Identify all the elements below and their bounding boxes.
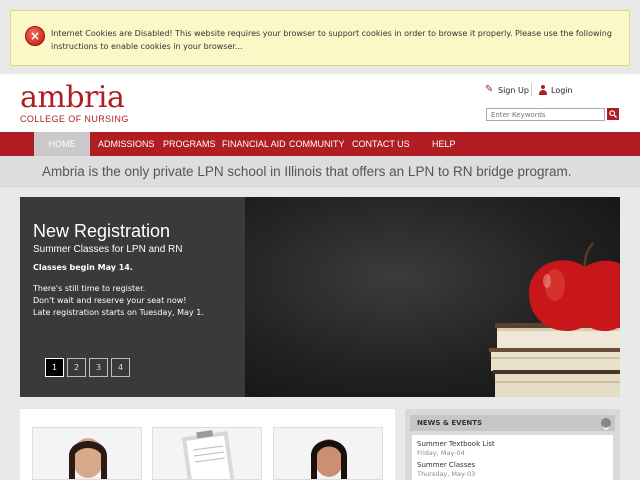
user-icon xyxy=(538,85,548,95)
tagline-text: Ambria is the only private LPN school in… xyxy=(42,164,572,179)
slide-title: New Registration xyxy=(33,221,171,241)
slide-text-panel: New Registration Summer Classes for LPN … xyxy=(20,197,245,397)
slide-image xyxy=(245,197,620,397)
news-item-date: Thursday, May-03 xyxy=(417,470,476,478)
nav-contact-us[interactable]: CONTACT US xyxy=(352,132,410,156)
student-photo xyxy=(33,428,141,479)
news-item-date: Friday, May-04 xyxy=(417,449,465,457)
error-icon: × xyxy=(25,26,45,46)
tagline-banner: Ambria is the only private LPN school in… xyxy=(0,156,640,187)
slide-body-line: Don't wait and reserve your seat now! xyxy=(33,296,187,305)
news-item-title[interactable]: Summer Classes xyxy=(417,461,475,469)
slide-body: There's still time to register. Don't wa… xyxy=(33,283,204,319)
search-button[interactable] xyxy=(607,108,619,120)
news-item-title[interactable]: Summer Textbook List xyxy=(417,440,495,448)
logo-name: ambria xyxy=(20,80,125,115)
search-input[interactable] xyxy=(486,108,605,121)
feature-card[interactable] xyxy=(152,427,262,480)
main-nav: HOME ADMISSIONS PROGRAMS FINANCIAL AID C… xyxy=(0,132,640,156)
search-icon xyxy=(609,110,617,118)
cookie-warning: × Internet Cookies are Disabled! This we… xyxy=(10,10,630,66)
slide-body-line: Late registration starts on Tuesday, May… xyxy=(33,308,204,317)
signup-link[interactable]: ✎ Sign Up xyxy=(485,85,529,95)
slide-pagination: 1 2 3 4 xyxy=(45,358,133,377)
collapse-icon[interactable] xyxy=(601,418,611,431)
apple-on-books-image xyxy=(489,242,620,397)
news-list: Summer Textbook List Friday, May-04 Summ… xyxy=(412,435,613,480)
cookie-warning-text: Internet Cookies are Disabled! This webs… xyxy=(51,29,612,51)
hero-slider[interactable]: New Registration Summer Classes for LPN … xyxy=(20,197,620,397)
slide-body-line: There's still time to register. xyxy=(33,284,146,293)
logo[interactable]: ambria COLLEGE OF NURSING xyxy=(20,80,129,125)
site-header: ambria COLLEGE OF NURSING ✎ Sign Up Logi… xyxy=(0,74,640,132)
graduate-photo xyxy=(274,428,382,479)
signup-label: Sign Up xyxy=(498,85,529,95)
feature-card[interactable] xyxy=(32,427,142,480)
login-link[interactable]: Login xyxy=(538,85,573,95)
slide-page-3[interactable]: 3 xyxy=(89,358,108,377)
logo-subtitle: COLLEGE OF NURSING xyxy=(20,114,129,124)
news-events-title: NEWS & EVENTS xyxy=(417,419,483,427)
slide-subtitle: Summer Classes for LPN and RN xyxy=(33,244,183,255)
pen-icon: ✎ xyxy=(485,84,494,95)
news-events-header[interactable]: NEWS & EVENTS xyxy=(410,415,615,431)
slide-date-line: Classes begin May 14. xyxy=(33,263,133,272)
nav-programs[interactable]: PROGRAMS xyxy=(163,132,216,156)
nav-home[interactable]: HOME xyxy=(34,132,90,156)
nav-admissions[interactable]: ADMISSIONS xyxy=(98,132,155,156)
nav-financial-aid[interactable]: FINANCIAL AID xyxy=(222,132,286,156)
feature-card[interactable] xyxy=(273,427,383,480)
slide-page-1[interactable]: 1 xyxy=(45,358,64,377)
slide-page-2[interactable]: 2 xyxy=(67,358,86,377)
account-divider xyxy=(531,83,532,96)
nav-help[interactable]: HELP xyxy=(432,132,456,156)
feature-cards xyxy=(20,409,395,480)
news-events-panel: NEWS & EVENTS Summer Textbook List Frida… xyxy=(405,409,620,480)
slide-page-4[interactable]: 4 xyxy=(111,358,130,377)
clipboard-photo xyxy=(153,428,261,479)
login-label: Login xyxy=(551,85,573,95)
nav-community[interactable]: COMMUNITY xyxy=(289,132,345,156)
